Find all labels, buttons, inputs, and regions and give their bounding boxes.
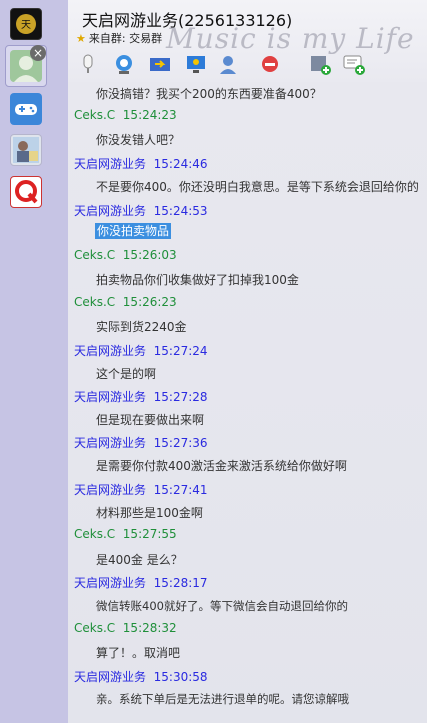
sender-name: 天启网游业务 <box>74 344 147 358</box>
message-time: 15:24:23 <box>122 108 177 122</box>
message-text: 这个是的啊 <box>96 367 157 381</box>
message-text: 是需要你付款400激活金来激活系统给你做好啊 <box>96 459 347 473</box>
sender-name: Ceks.C <box>74 295 116 309</box>
gamepad-icon[interactable] <box>10 93 42 125</box>
message-text: 但是现在要做出来啊 <box>96 413 205 427</box>
sender-name: 天启网游业务 <box>74 157 147 171</box>
sender-name: Ceks.C <box>74 527 116 541</box>
chat-title: 天启网游业务(2256133126) <box>82 11 293 30</box>
message-header: Ceks.C 15:26:23 <box>74 295 177 309</box>
message-header: Ceks.C 15:26:03 <box>74 248 177 262</box>
add-contact-icon[interactable] <box>308 52 332 76</box>
sender-name: Ceks.C <box>74 621 116 635</box>
message-time: 15:28:17 <box>153 576 208 590</box>
message-text: 亲。系统下单后是无法进行退单的呢。请您谅解哦 <box>96 692 349 706</box>
message-text: 材料那些是100金啊 <box>96 506 203 520</box>
message-add-icon[interactable] <box>342 52 366 76</box>
message-time: 15:27:36 <box>153 436 208 450</box>
message-text: 拍卖物品你们收集做好了扣掉我100金 <box>96 273 299 287</box>
message-header: 天启网游业务 15:24:46 <box>74 155 208 172</box>
group-prefix: 来自群: <box>88 32 126 45</box>
chat-header: Music is my Life 天启网游业务(2256133126) ★ 来自群… <box>68 0 427 83</box>
sender-name: 天启网游业务 <box>74 483 147 497</box>
star-icon: ★ <box>76 32 86 45</box>
message-header: Ceks.C 15:24:23 <box>74 108 177 122</box>
message-time: 15:28:32 <box>122 621 177 635</box>
sender-name: 天启网游业务 <box>74 436 147 450</box>
message-time: 15:24:53 <box>153 204 208 218</box>
message-header: 天启网游业务 15:28:17 <box>74 574 208 591</box>
group-source: ★ 来自群: 交易群 <box>76 30 162 46</box>
message-header: Ceks.C 15:27:55 <box>74 527 177 541</box>
message-time: 15:27:24 <box>153 344 208 358</box>
message-header: 天启网游业务 15:27:36 <box>74 434 208 451</box>
camera-icon[interactable] <box>112 52 136 76</box>
conversation-sidebar: 天 × <box>0 0 69 723</box>
user-settings-icon[interactable] <box>216 52 240 76</box>
q-logo-icon[interactable] <box>10 176 42 208</box>
sender-name: 天启网游业务 <box>74 204 147 218</box>
message-text: 实际到货2240金 <box>96 320 187 334</box>
message-text-selected[interactable]: 你没拍卖物品 <box>95 222 172 239</box>
message-header: Ceks.C 15:28:32 <box>74 621 177 635</box>
message-text: 不是要你400。你还没明白我意思。是等下系统会退回给你的 <box>96 180 419 194</box>
sender-name: 天启网游业务 <box>74 670 147 684</box>
message-time: 15:26:03 <box>122 248 177 262</box>
sidebar-item-contact[interactable] <box>10 134 42 166</box>
sender-name: 天启网游业务 <box>74 576 147 590</box>
message-text: 你没发错人吧？ <box>96 133 181 147</box>
chat-history[interactable]: 你没搞错？我买个200的东西要准备400？ Ceks.C 15:24:23 你没… <box>68 82 427 723</box>
close-icon[interactable]: × <box>30 45 46 61</box>
message-time: 15:27:55 <box>122 527 177 541</box>
block-icon[interactable] <box>258 52 282 76</box>
message-text: 你没搞错？我买个200的东西要准备400？ <box>96 87 322 101</box>
sender-name: 天启网游业务 <box>74 390 147 404</box>
message-time: 15:26:23 <box>122 295 177 309</box>
svg-text:天: 天 <box>21 20 31 31</box>
message-time: 15:27:41 <box>153 483 208 497</box>
message-header: 天启网游业务 15:27:41 <box>74 481 208 498</box>
sender-name: Ceks.C <box>74 248 116 262</box>
remote-desktop-icon[interactable] <box>184 52 208 76</box>
message-header: 天启网游业务 15:27:24 <box>74 342 208 359</box>
message-time: 15:30:58 <box>153 670 208 684</box>
message-header: 天启网游业务 15:30:58 <box>74 668 208 685</box>
sender-name: Ceks.C <box>74 108 116 122</box>
mic-icon[interactable] <box>76 52 100 76</box>
group-name: 交易群 <box>129 32 163 45</box>
contact-avatar-icon <box>13 137 39 163</box>
file-transfer-icon[interactable] <box>148 52 172 76</box>
message-time: 15:27:28 <box>153 390 208 404</box>
selected-text[interactable]: 你没拍卖物品 <box>95 223 172 239</box>
message-text: 是400金 是么？ <box>96 553 183 567</box>
logo-icon[interactable]: 天 <box>10 8 42 40</box>
message-header: 天启网游业务 15:24:53 <box>74 202 208 219</box>
message-time: 15:24:46 <box>153 157 208 171</box>
message-header: 天启网游业务 15:27:28 <box>74 388 208 405</box>
message-text: 算了！。取消吧 <box>96 646 181 660</box>
message-text: 微信转账400就好了。等下微信会自动退回给你的 <box>96 599 348 613</box>
